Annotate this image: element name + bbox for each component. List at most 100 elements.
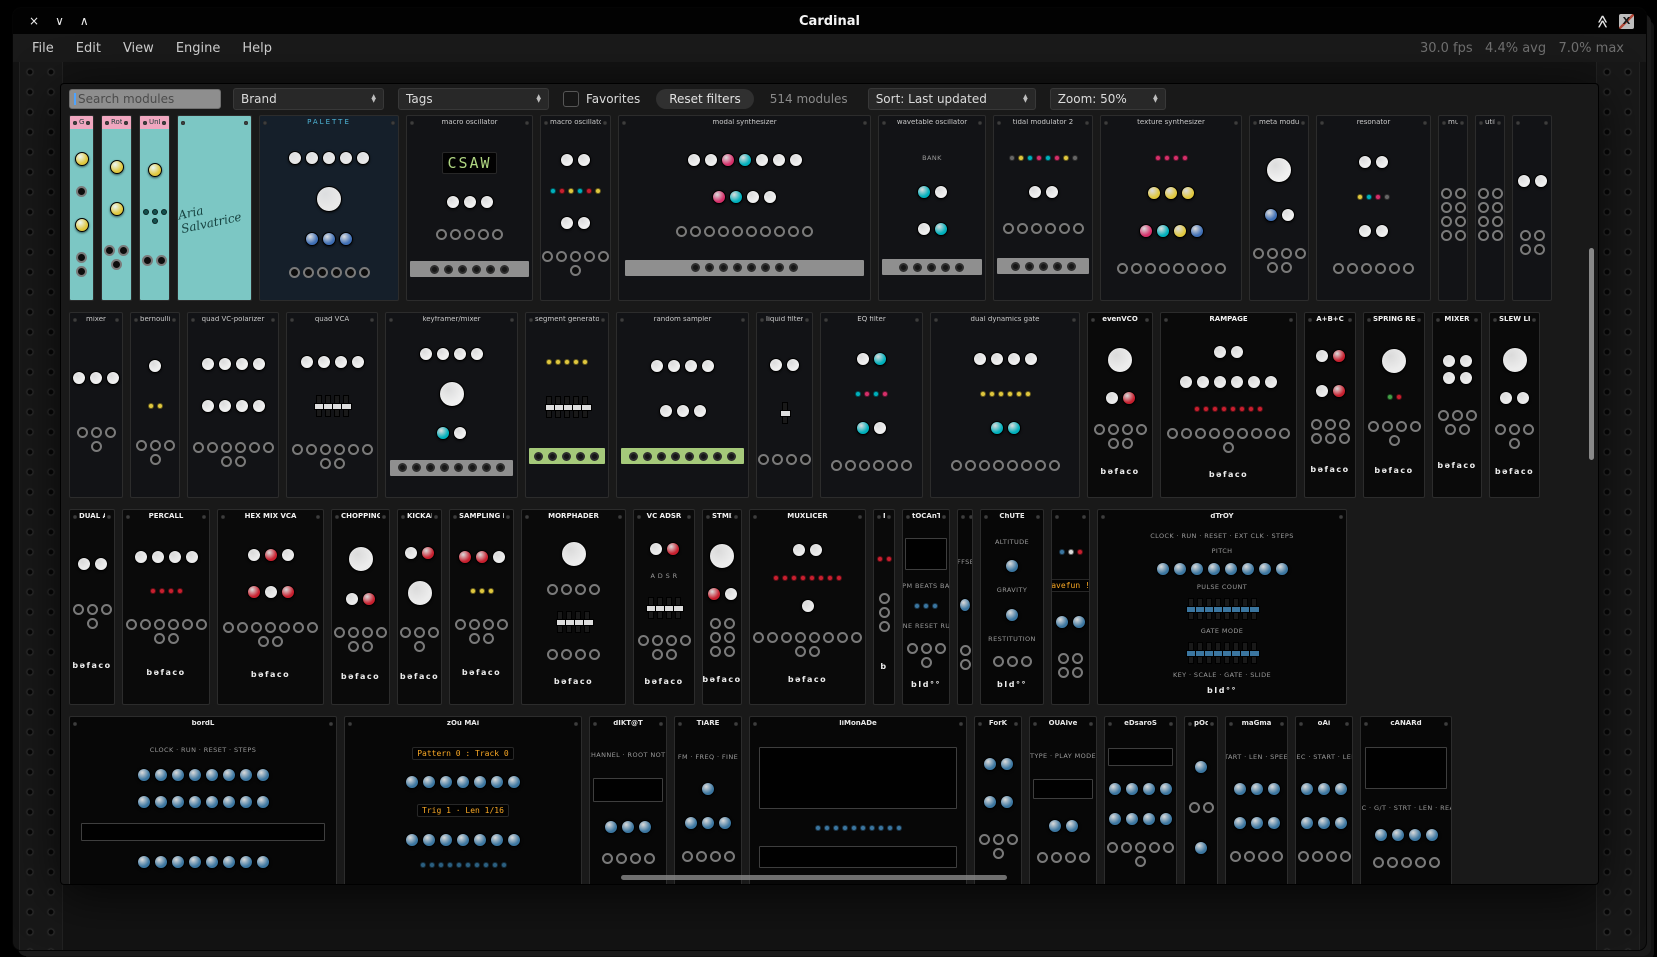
module-card[interactable]: maGmaSTART · LEN · SPEED: [1225, 716, 1288, 884]
module-card[interactable]: wavetable oscillatorBANK: [878, 115, 986, 301]
menu-edit[interactable]: Edit: [65, 37, 112, 60]
module-card[interactable]: RAMPAGEbǝfaco: [1160, 312, 1297, 498]
module-card[interactable]: Grabby: [69, 115, 94, 301]
module-card[interactable]: evenVCObǝfaco: [1087, 312, 1153, 498]
display-screen: [81, 823, 326, 841]
module-card[interactable]: SPRING REVERBbǝfaco: [1363, 312, 1425, 498]
module-card[interactable]: VC ADSRA D S Rbǝfaco: [633, 509, 695, 705]
port-icon: [1025, 262, 1034, 271]
module-card[interactable]: resonator: [1316, 115, 1431, 301]
module-card[interactable]: pOdnA: [1184, 716, 1218, 884]
screw-icon: [73, 515, 77, 519]
knob-icon: [317, 355, 331, 369]
module-card[interactable]: oAiREC · START · LEN: [1295, 716, 1353, 884]
module-card[interactable]: multiples: [1438, 115, 1468, 301]
module-card[interactable]: zOù MAïPattern 0 : Track 0Trig 1 · Len 1…: [344, 716, 582, 884]
module-card[interactable]: HEX MIX VCAbǝfaco: [217, 509, 324, 705]
module-controls-row: [1053, 615, 1088, 629]
module-card[interactable]: dTrOYCLOCK · RUN · RESET · EXT CLK · STE…: [1097, 509, 1347, 705]
screw-icon: [1082, 515, 1086, 519]
module-card[interactable]: dual dynamics gate: [930, 312, 1080, 498]
module-card[interactable]: quad VCA: [286, 312, 378, 498]
reset-filters-button[interactable]: Reset filters: [656, 89, 754, 109]
module-card[interactable]: [1512, 115, 1552, 301]
module-card[interactable]: TiAREFM · FREQ · FINE: [674, 716, 742, 884]
port-icon: [879, 607, 890, 618]
module-card[interactable]: utilities: [1475, 115, 1505, 301]
module-card[interactable]: Aria Salvatrice: [177, 115, 252, 301]
led-icon: [1054, 155, 1060, 161]
module-card[interactable]: liquid filter: [756, 312, 813, 498]
collapse-all-icon[interactable]: ≪: [1595, 14, 1610, 28]
module-card[interactable]: STMIXbǝfaco: [702, 509, 742, 705]
knob-icon: [456, 775, 470, 789]
module-card[interactable]: ChUTEALTITUDEGRAVITYRESTITUTIONbId°°: [980, 509, 1044, 705]
module-card[interactable]: PALETTE: [259, 115, 399, 301]
module-card[interactable]: OUAIveTYPE · PLAY MODE: [1029, 716, 1097, 884]
module-controls-row: [141, 163, 168, 177]
module-card[interactable]: UnDuLaR: [139, 115, 170, 301]
knob-icon: [322, 151, 336, 165]
module-card[interactable]: Havefun !!: [1051, 509, 1090, 705]
module-card[interactable]: SLEW LIMITERbǝfaco: [1489, 312, 1540, 498]
module-card[interactable]: quad VC-polarizer: [187, 312, 279, 498]
module-card[interactable]: lATeOFFSET: [957, 509, 973, 705]
port-icon: [76, 252, 87, 263]
port-icon: [91, 427, 102, 438]
module-card[interactable]: bernoulli gate: [130, 312, 180, 498]
module-controls-row: [751, 543, 864, 557]
module-name: texture synthesizer: [1110, 119, 1232, 126]
menu-help[interactable]: Help: [231, 37, 283, 60]
sort-select[interactable]: Sort: Last updated ▲▼: [868, 88, 1036, 110]
unshade-button[interactable]: ∧: [80, 15, 89, 27]
module-card[interactable]: keyframer/mixer: [385, 312, 518, 498]
vertical-scrollbar-thumb[interactable]: [1589, 248, 1594, 460]
module-card[interactable]: A+B+Cbǝfaco: [1304, 312, 1356, 498]
zoom-select[interactable]: Zoom: 50% ▲▼: [1050, 88, 1166, 110]
module-card[interactable]: segment generator: [525, 312, 609, 498]
module-card[interactable]: modal synthesizer: [618, 115, 871, 301]
screw-icon: [1253, 121, 1257, 125]
module-card[interactable]: KICKALLbǝfaco: [397, 509, 442, 705]
module-card[interactable]: dIKT@TCHANNEL · ROOT NOTE: [589, 716, 667, 884]
port-icon: [1049, 460, 1060, 471]
module-card[interactable]: random sampler: [616, 312, 749, 498]
tags-select[interactable]: Tags ▲▼: [398, 88, 549, 110]
screw-icon: [73, 722, 77, 726]
module-body: [1185, 730, 1217, 884]
shade-button[interactable]: ∨: [55, 15, 64, 27]
close-button[interactable]: ×: [29, 15, 39, 27]
module-card[interactable]: MUXLICERbǝfaco: [749, 509, 866, 705]
brand-select[interactable]: Brand ▲▼: [233, 88, 384, 110]
module-card[interactable]: mixer: [69, 312, 123, 498]
module-card[interactable]: MEXb: [873, 509, 895, 705]
module-card[interactable]: texture synthesizer: [1100, 115, 1242, 301]
menu-view[interactable]: View: [112, 37, 165, 60]
module-card[interactable]: EQ filter: [820, 312, 923, 498]
module-card[interactable]: tOCAnTeBPM BEATS BARFINE RESET RUNbId°°: [902, 509, 950, 705]
module-card[interactable]: Rotatoes: [101, 115, 132, 301]
module-card[interactable]: ForK: [974, 716, 1022, 884]
module-card[interactable]: DUAL ATENUVERTERbǝfaco: [69, 509, 115, 705]
favorites-checkbox[interactable]: [563, 91, 579, 107]
module-card[interactable]: macro oscillatorCSAW: [406, 115, 533, 301]
module-card[interactable]: cANARdREC · G/T · STRT · LEN · READ: [1360, 716, 1452, 884]
module-card[interactable]: MIXERbǝfaco: [1432, 312, 1482, 498]
module-card[interactable]: PERCALLbǝfaco: [122, 509, 210, 705]
module-card[interactable]: MORPHADERbǝfaco: [521, 509, 626, 705]
module-card[interactable]: CHOPPING KINKYbǝfaco: [331, 509, 390, 705]
horizontal-scrollbar-thumb[interactable]: [621, 875, 1007, 880]
module-card[interactable]: macro oscillator 2: [540, 115, 611, 301]
module-card[interactable]: tidal modulator 2: [993, 115, 1093, 301]
module-card[interactable]: bordLCLOCK · RUN · RESET · STEPS: [69, 716, 337, 884]
module-card[interactable]: SAMPLING MODULATORbǝfaco: [449, 509, 514, 705]
led-icon: [851, 825, 857, 831]
search-input[interactable]: [69, 89, 221, 109]
module-card[interactable]: liMonADe: [749, 716, 967, 884]
menu-engine[interactable]: Engine: [165, 37, 232, 60]
menu-file[interactable]: File: [21, 37, 65, 60]
module-card[interactable]: eDsaroS: [1104, 716, 1177, 884]
led-icon: [573, 359, 579, 365]
module-card[interactable]: meta modulator: [1249, 115, 1309, 301]
port-icon: [334, 627, 345, 638]
